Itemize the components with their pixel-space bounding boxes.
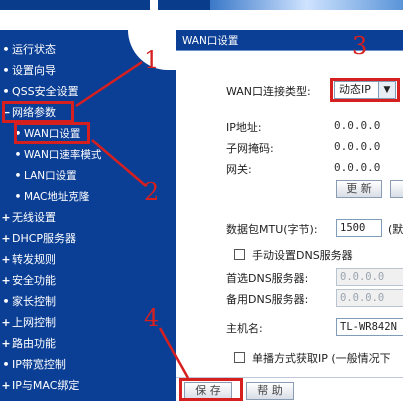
banner-separator	[150, 0, 158, 10]
sidebar-item-label: MAC地址克隆	[24, 191, 90, 203]
annotation-number-4: 4	[144, 304, 160, 332]
bullet-icon: •	[2, 43, 10, 56]
sidebar-item-label: 无线设置	[12, 211, 56, 224]
bullet-icon: •	[2, 85, 10, 98]
primary-dns-label: 首选DNS服务器:	[226, 272, 309, 285]
gateway-label: 网关:	[226, 163, 252, 176]
hostname-label: 主机名:	[226, 322, 263, 335]
sidebar-item-wan-speed[interactable]: • WAN口速率模式	[12, 145, 102, 165]
top-gap	[0, 10, 403, 30]
sidebar-item-status[interactable]: • 运行状态	[0, 40, 56, 60]
mask-label: 子网掩码:	[226, 142, 274, 155]
sidebar-item-qss[interactable]: • QSS安全设置	[0, 82, 79, 102]
gateway-value: 0.0.0.0	[334, 161, 381, 174]
wan-settings-panel: WAN口设置 WAN口连接类型: 动态IP ▼ IP地址: 0.0.0.0 子网…	[176, 30, 403, 401]
manual-dns-checkbox[interactable]	[234, 249, 245, 260]
sidebar-item-label: 运行状态	[12, 43, 56, 56]
sidebar-item-label: LAN口设置	[24, 170, 77, 182]
expand-icon: +	[1, 337, 11, 350]
ip-label: IP地址:	[226, 121, 262, 134]
panel-body: WAN口连接类型: 动态IP ▼ IP地址: 0.0.0.0 子网掩码: 0.0…	[176, 51, 403, 401]
release-button[interactable]	[390, 180, 403, 198]
mtu-default-note: (默	[388, 223, 403, 236]
highlight-save-button	[179, 378, 243, 401]
mask-value: 0.0.0.0	[334, 140, 381, 153]
sidebar-item-label: WAN口速率模式	[24, 149, 102, 161]
expand-icon: +	[1, 379, 11, 392]
manual-dns-label: 手动设置DNS服务器	[252, 249, 353, 262]
sidebar-item-lan[interactable]: • LAN口设置	[12, 166, 77, 186]
wan-type-label: WAN口连接类型:	[226, 85, 311, 98]
help-button[interactable]: 帮 助	[246, 382, 294, 400]
sidebar-item-access-control[interactable]: +上网控制	[0, 313, 56, 333]
bullet-icon: •	[14, 191, 22, 203]
bullet-icon: •	[2, 358, 10, 371]
banner-glow	[210, 0, 403, 10]
bullet-icon: •	[2, 295, 10, 308]
sidebar-item-wizard[interactable]: • 设置向导	[0, 61, 56, 81]
unicast-label: 单播方式获取IP (一般情况下	[252, 352, 391, 365]
mtu-label: 数据包MTU(字节):	[226, 223, 318, 236]
unicast-checkbox[interactable]	[234, 352, 245, 363]
bullet-icon: •	[2, 64, 10, 77]
annotation-number-1: 1	[144, 46, 160, 74]
sidebar-item-wireless[interactable]: +无线设置	[0, 208, 56, 228]
panel-title: WAN口设置	[182, 35, 239, 47]
sidebar-item-dhcp[interactable]: +DHCP服务器	[0, 229, 76, 249]
sidebar-item-label: 转发规则	[12, 253, 56, 266]
primary-dns-input[interactable]: 0.0.0.0	[336, 268, 403, 286]
sidebar-item-label: DHCP服务器	[12, 232, 77, 245]
annotation-number-3: 3	[352, 32, 368, 60]
highlight-network-params	[2, 101, 74, 123]
refresh-button[interactable]: 更 新	[336, 180, 382, 198]
panel-header: WAN口设置	[176, 30, 403, 51]
sidebar-item-mac-clone[interactable]: • MAC地址克隆	[12, 187, 90, 207]
annotation-number-2: 2	[144, 178, 160, 206]
expand-icon: +	[1, 253, 11, 266]
bullet-icon: •	[14, 149, 22, 161]
sidebar-item-label: 上网控制	[12, 316, 56, 329]
expand-icon: +	[1, 211, 11, 224]
sidebar-item-ip-mac-binding[interactable]: +IP与MAC绑定	[0, 376, 79, 396]
secondary-dns-input[interactable]: 0.0.0.0	[336, 289, 403, 307]
sidebar-item-routing[interactable]: +路由功能	[0, 334, 56, 354]
sidebar-item-bandwidth[interactable]: • IP带宽控制	[0, 355, 66, 375]
sidebar-item-security[interactable]: +安全功能	[0, 271, 56, 291]
highlight-wan-type	[330, 78, 400, 102]
expand-icon: +	[1, 316, 11, 329]
sidebar-item-label: QSS安全设置	[12, 85, 79, 98]
sidebar-item-label: 家长控制	[12, 295, 56, 308]
sidebar-item-label: 安全功能	[12, 274, 56, 287]
secondary-dns-label: 备用DNS服务器:	[226, 293, 309, 306]
highlight-wan-settings	[14, 122, 90, 144]
sidebar-item-label: 路由功能	[12, 337, 56, 350]
bullet-icon: •	[14, 170, 22, 182]
expand-icon: +	[1, 232, 11, 245]
sidebar-item-label: IP带宽控制	[12, 358, 66, 371]
mtu-input[interactable]: 1500	[336, 219, 382, 237]
hostname-input[interactable]: TL-WR842N	[336, 318, 403, 336]
sidebar-item-parental[interactable]: • 家长控制	[0, 292, 56, 312]
sidebar-item-label: IP与MAC绑定	[12, 379, 80, 392]
sidebar-item-label: 设置向导	[12, 64, 56, 77]
top-banner	[0, 0, 403, 10]
expand-icon: +	[1, 274, 11, 287]
ip-value: 0.0.0.0	[334, 119, 381, 132]
sidebar-item-forwarding[interactable]: +转发规则	[0, 250, 56, 270]
